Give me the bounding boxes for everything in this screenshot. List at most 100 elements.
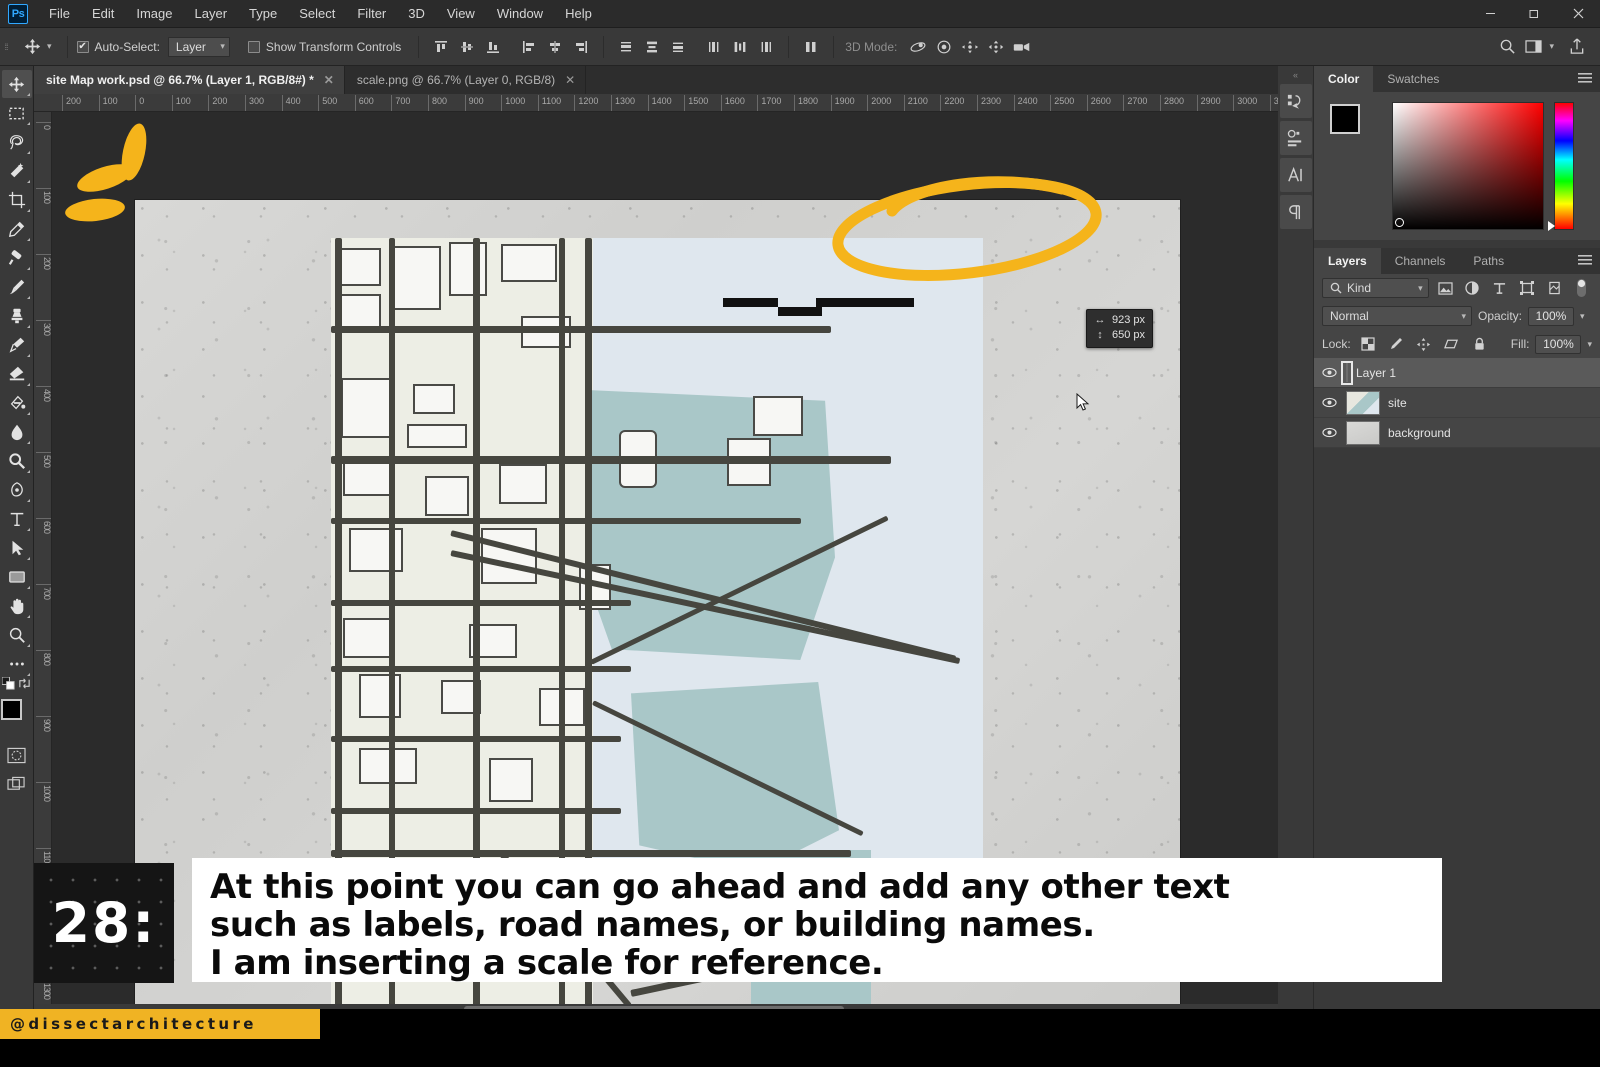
edit-toolbar-button[interactable]	[2, 650, 32, 678]
restore-button[interactable]	[1512, 0, 1556, 27]
distribute-top-edges-icon[interactable]	[613, 34, 639, 60]
filter-smart-icon[interactable]	[1544, 278, 1565, 298]
align-bottom-edges-icon[interactable]	[480, 34, 506, 60]
tab-layers[interactable]: Layers	[1314, 248, 1381, 274]
lock-image-pixels-icon[interactable]	[1385, 334, 1407, 354]
filter-pixel-icon[interactable]	[1435, 278, 1456, 298]
fill-chevron-icon[interactable]: ▾	[1587, 339, 1592, 350]
swap-colors-icon[interactable]	[17, 675, 33, 691]
close-icon[interactable]: ✕	[565, 73, 575, 87]
character-panel-icon[interactable]	[1279, 158, 1312, 192]
hue-slider[interactable]	[1548, 102, 1574, 231]
options-bar-grip[interactable]: ⁞⁞	[0, 28, 12, 66]
screen-mode-icon[interactable]	[2, 770, 32, 798]
workspace-icon[interactable]	[1520, 34, 1546, 60]
distribute-right-edges-icon[interactable]	[753, 34, 779, 60]
panel-menu-icon[interactable]	[1578, 254, 1592, 268]
orbit-3d-icon[interactable]	[905, 34, 931, 60]
history-panel-icon[interactable]	[1279, 84, 1312, 118]
layer-visibility-icon[interactable]	[1320, 427, 1338, 438]
opacity-value[interactable]: 100%	[1528, 306, 1575, 326]
align-vertical-centers-icon[interactable]	[454, 34, 480, 60]
menu-layer[interactable]: Layer	[184, 2, 239, 25]
gradient-tool[interactable]	[2, 389, 32, 417]
tab-color[interactable]: Color	[1314, 66, 1374, 92]
align-left-edges-icon[interactable]	[516, 34, 542, 60]
menu-view[interactable]: View	[436, 2, 486, 25]
rectangular-marquee-tool[interactable]	[2, 99, 32, 127]
align-horizontal-centers-icon[interactable]	[542, 34, 568, 60]
tab-site-map-work[interactable]: site Map work.psd @ 66.7% (Layer 1, RGB/…	[34, 66, 345, 94]
auto-select-group[interactable]: Auto-Select: Layer ▾	[76, 36, 230, 57]
close-icon[interactable]: ✕	[324, 73, 334, 87]
hand-tool[interactable]	[2, 592, 32, 620]
default-colors-icon[interactable]	[1, 675, 17, 691]
menu-help[interactable]: Help	[554, 2, 603, 25]
menu-3d[interactable]: 3D	[397, 2, 436, 25]
filter-shape-icon[interactable]	[1516, 278, 1537, 298]
auto-select-checkbox[interactable]	[76, 40, 89, 53]
properties-panel-icon[interactable]	[1279, 121, 1312, 155]
clone-stamp-tool[interactable]	[2, 302, 32, 330]
zoom-tool[interactable]	[2, 621, 32, 649]
dodge-tool[interactable]	[2, 447, 32, 475]
brush-tool[interactable]	[2, 273, 32, 301]
magic-wand-tool[interactable]	[2, 157, 32, 185]
menu-file[interactable]: File	[38, 2, 81, 25]
tab-paths[interactable]: Paths	[1459, 248, 1519, 274]
lasso-tool[interactable]	[2, 128, 32, 156]
color-panel-swatches[interactable]	[1324, 102, 1376, 150]
align-right-edges-icon[interactable]	[568, 34, 594, 60]
opacity-chevron-icon[interactable]: ▾	[1580, 311, 1585, 322]
layer-visibility-icon[interactable]	[1320, 367, 1338, 378]
quick-mask-icon[interactable]	[2, 741, 32, 769]
filter-type-icon[interactable]	[1489, 278, 1510, 298]
scale-3d-icon[interactable]	[1009, 34, 1035, 60]
hue-slider-handle[interactable]	[1548, 221, 1555, 231]
tab-swatches[interactable]: Swatches	[1373, 66, 1454, 92]
menu-filter[interactable]: Filter	[346, 2, 397, 25]
auto-select-scope-dropdown[interactable]: Layer ▾	[167, 36, 230, 57]
history-brush-tool[interactable]	[2, 331, 32, 359]
distribute-horizontal-centers-icon[interactable]	[727, 34, 753, 60]
menu-select[interactable]: Select	[288, 2, 346, 25]
layer-visibility-icon[interactable]	[1320, 397, 1338, 408]
move-tool[interactable]	[1, 70, 32, 98]
panel-menu-icon[interactable]	[1578, 72, 1592, 86]
layer-filter-kind-dropdown[interactable]: Kind ▾	[1322, 278, 1429, 298]
roll-3d-icon[interactable]	[931, 34, 957, 60]
color-field[interactable]	[1392, 102, 1544, 230]
foreground-background-swatches[interactable]	[0, 699, 33, 731]
align-more-icon[interactable]	[798, 34, 824, 60]
layer-name[interactable]: site	[1388, 396, 1407, 410]
foreground-color-swatch[interactable]	[1330, 104, 1360, 134]
dock-grip[interactable]: «	[1293, 70, 1298, 80]
distribute-bottom-edges-icon[interactable]	[665, 34, 691, 60]
minimize-button[interactable]	[1468, 0, 1512, 27]
layer-name[interactable]: background	[1388, 426, 1451, 440]
show-transform-group[interactable]: Show Transform Controls	[247, 40, 409, 54]
type-tool[interactable]	[2, 505, 32, 533]
pen-tool[interactable]	[2, 476, 32, 504]
horizontal-ruler[interactable]: 200 100 0 100 200 300 400 500 600 700 800 900 1000 11…	[34, 94, 1278, 112]
eyedropper-tool[interactable]	[2, 215, 32, 243]
layer-row-site[interactable]: site	[1314, 388, 1600, 418]
eraser-tool[interactable]	[2, 360, 32, 388]
layer-row-layer-1[interactable]: Layer 1	[1314, 358, 1600, 388]
filter-adjustment-icon[interactable]	[1462, 278, 1483, 298]
lock-transparent-pixels-icon[interactable]	[1357, 334, 1379, 354]
crop-tool[interactable]	[2, 186, 32, 214]
lock-artboard-icon[interactable]	[1441, 334, 1463, 354]
menu-edit[interactable]: Edit	[81, 2, 125, 25]
filter-toggle-switch[interactable]	[1571, 278, 1592, 298]
show-transform-checkbox[interactable]	[247, 40, 260, 53]
slide-3d-icon[interactable]	[983, 34, 1009, 60]
align-top-edges-icon[interactable]	[428, 34, 454, 60]
close-button[interactable]	[1556, 0, 1600, 27]
lock-all-icon[interactable]	[1469, 334, 1491, 354]
lock-position-icon[interactable]	[1413, 334, 1435, 354]
menu-window[interactable]: Window	[486, 2, 554, 25]
layer-name[interactable]: Layer 1	[1356, 366, 1396, 380]
tool-preset-chevron-icon[interactable]: ▾	[47, 41, 52, 52]
spot-healing-brush-tool[interactable]	[2, 244, 32, 272]
